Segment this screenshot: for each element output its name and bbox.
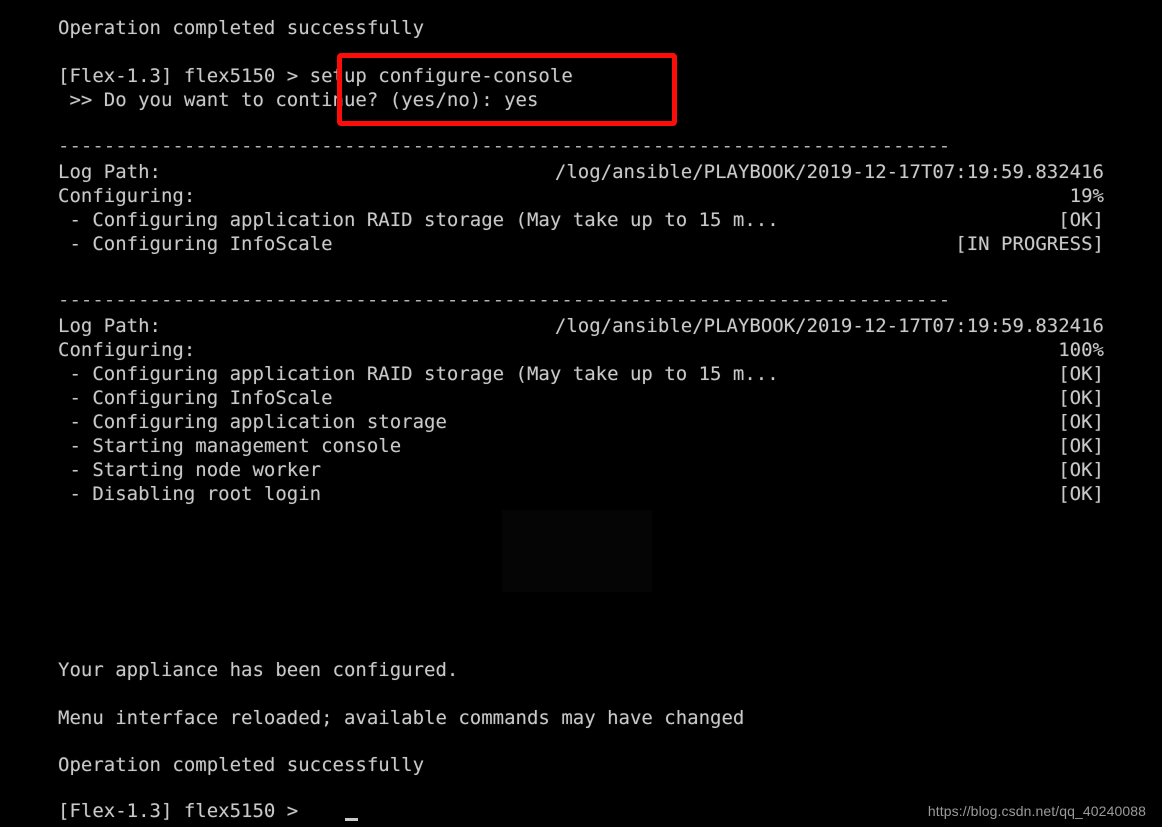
task-row: - Configuring application storage [OK] bbox=[58, 410, 1104, 434]
cursor-block bbox=[345, 818, 358, 821]
separator-line-1: ----------------------------------------… bbox=[58, 135, 951, 157]
output-line-operation-completed-top: Operation completed successfully bbox=[58, 17, 425, 39]
watermark-text: https://blog.csdn.net/qq_40240088 bbox=[927, 803, 1146, 819]
task-label: - Configuring application RAID storage (… bbox=[58, 209, 779, 231]
task-label: - Configuring application RAID storage (… bbox=[58, 363, 779, 385]
task-row: - Starting node worker [OK] bbox=[58, 458, 1104, 482]
log-path-label-1: Log Path: bbox=[58, 161, 161, 183]
task-label: - Starting management console bbox=[58, 435, 402, 457]
task-label: - Disabling root login bbox=[58, 483, 322, 505]
screen-artifact bbox=[502, 510, 652, 592]
task-label: - Configuring application storage bbox=[58, 411, 447, 433]
log-path-value-2: /log/ansible/PLAYBOOK/2019-12-17T07:19:5… bbox=[554, 315, 1104, 337]
task-label: - Configuring InfoScale bbox=[58, 387, 333, 409]
log-path-row-1: Log Path: /log/ansible/PLAYBOOK/2019-12-… bbox=[58, 160, 1104, 184]
task-row: - Configuring application RAID storage (… bbox=[58, 208, 1104, 232]
task-row: - Configuring application RAID storage (… bbox=[58, 362, 1104, 386]
configuring-percent-1: 19% bbox=[1069, 185, 1104, 207]
confirm-prompt-line[interactable]: >> Do you want to continue? (yes/no): ye… bbox=[58, 88, 538, 112]
task-row: - Disabling root login [OK] bbox=[58, 482, 1104, 506]
separator-line-2: ----------------------------------------… bbox=[58, 289, 951, 311]
terminal-screen[interactable]: Operation completed successfully [Flex-1… bbox=[0, 0, 1162, 827]
task-label: - Starting node worker bbox=[58, 459, 322, 481]
configuring-label-2: Configuring: bbox=[58, 339, 196, 361]
task-status: [OK] bbox=[1058, 363, 1104, 385]
task-label: - Configuring InfoScale bbox=[58, 233, 333, 255]
output-line-appliance-configured: Your appliance has been configured. bbox=[58, 659, 459, 681]
command-line[interactable]: [Flex-1.3] flex5150 > setup configure-co… bbox=[58, 64, 573, 88]
task-status: [OK] bbox=[1058, 387, 1104, 409]
task-status: [OK] bbox=[1058, 435, 1104, 457]
task-status: [OK] bbox=[1058, 459, 1104, 481]
final-prompt-line[interactable]: [Flex-1.3] flex5150 > bbox=[58, 799, 310, 823]
configuring-progress-row-2: Configuring: 100% bbox=[58, 338, 1104, 362]
task-status: [OK] bbox=[1058, 483, 1104, 505]
task-row: - Configuring InfoScale [IN PROGRESS] bbox=[58, 232, 1104, 256]
log-path-label-2: Log Path: bbox=[58, 315, 161, 337]
log-path-row-2: Log Path: /log/ansible/PLAYBOOK/2019-12-… bbox=[58, 314, 1104, 338]
output-line-operation-completed-bottom: Operation completed successfully bbox=[58, 754, 425, 776]
configuring-percent-2: 100% bbox=[1058, 339, 1104, 361]
log-path-value-1: /log/ansible/PLAYBOOK/2019-12-17T07:19:5… bbox=[554, 161, 1104, 183]
task-row: - Starting management console [OK] bbox=[58, 434, 1104, 458]
configuring-progress-row-1: Configuring: 19% bbox=[58, 184, 1104, 208]
output-line-menu-reloaded: Menu interface reloaded; available comma… bbox=[58, 707, 745, 729]
task-status: [OK] bbox=[1058, 209, 1104, 231]
task-row: - Configuring InfoScale [OK] bbox=[58, 386, 1104, 410]
configuring-label-1: Configuring: bbox=[58, 185, 196, 207]
task-status: [OK] bbox=[1058, 411, 1104, 433]
task-status: [IN PROGRESS] bbox=[955, 233, 1104, 255]
